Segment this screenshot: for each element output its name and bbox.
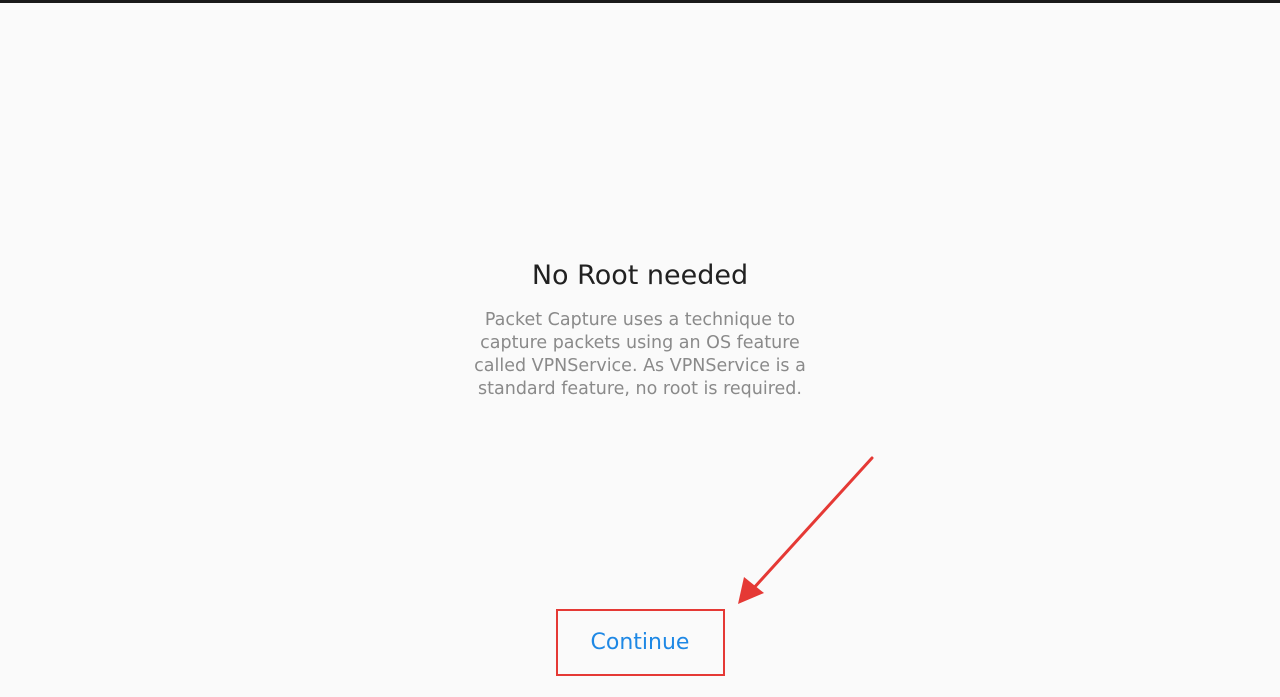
- page-description: Packet Capture uses a technique to captu…: [474, 310, 806, 399]
- onboarding-screen: No Root needed Packet Capture uses a tec…: [0, 3, 1280, 697]
- page-title: No Root needed: [531, 260, 749, 291]
- continue-button[interactable]: Continue: [561, 613, 719, 671]
